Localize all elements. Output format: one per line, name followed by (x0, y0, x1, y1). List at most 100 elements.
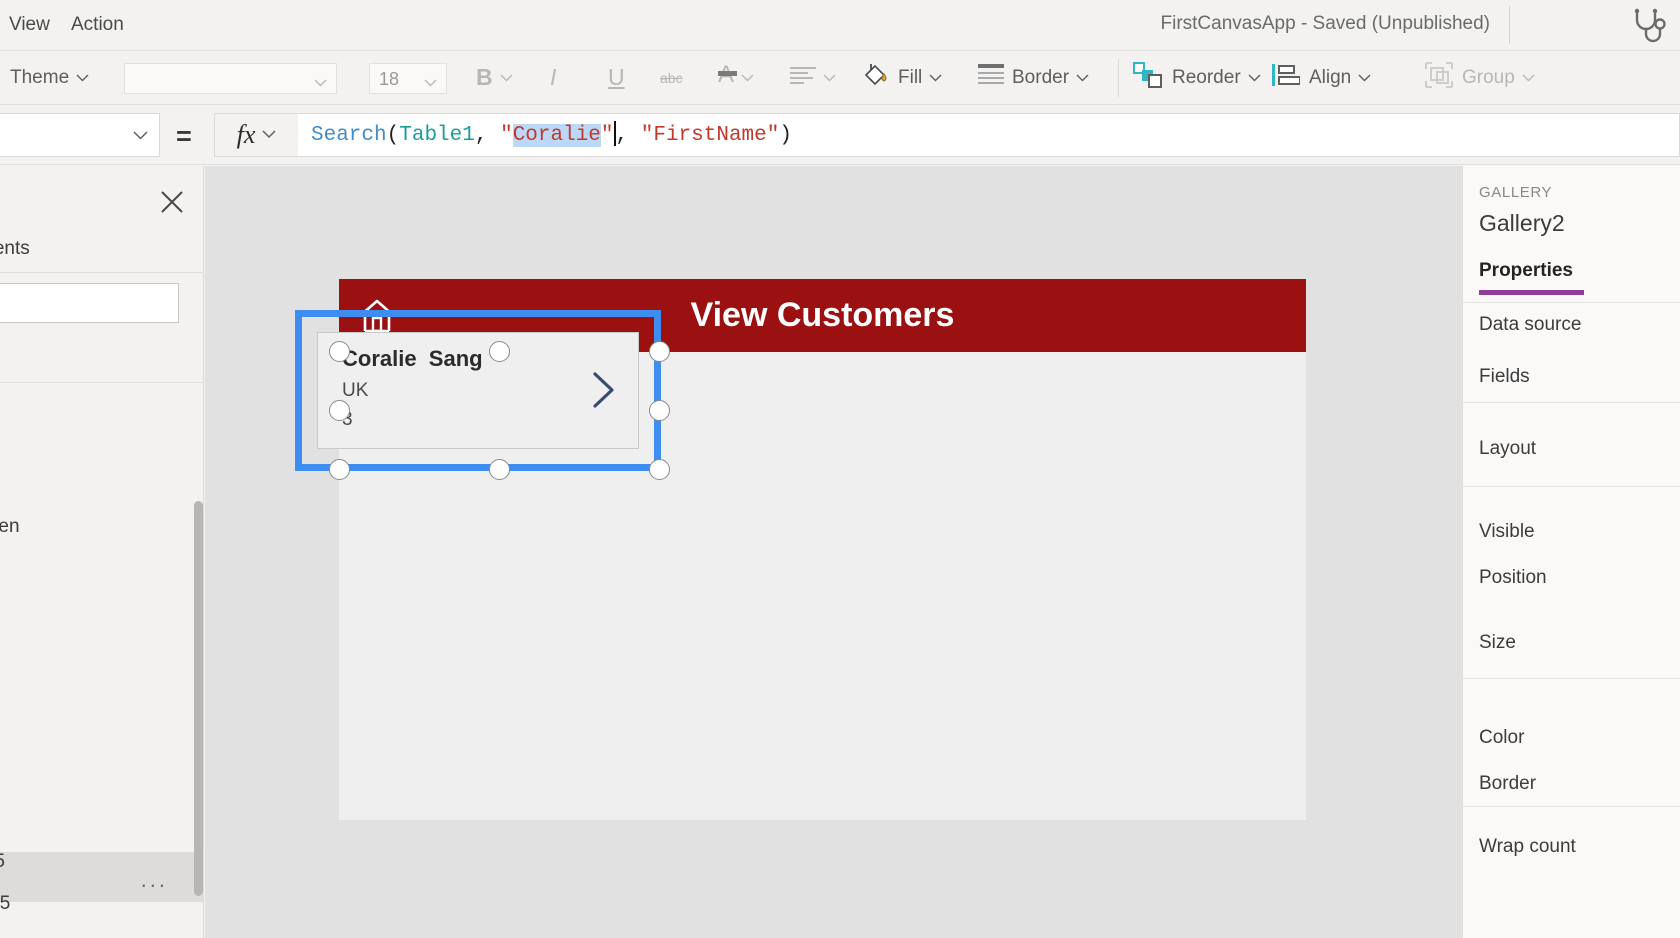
property-position[interactable]: Position (1479, 567, 1547, 589)
menu-bar: View Action FirstCanvasApp - Saved (Unpu… (0, 0, 1680, 51)
formula-input[interactable]: Search(Table1, " Coralie ", "FirstName") (298, 113, 1680, 157)
tree-item-row5[interactable]: w5 (0, 893, 10, 915)
group-button[interactable]: Group (1425, 51, 1535, 104)
chevron-down-icon (1248, 74, 1261, 82)
property-visible[interactable]: Visible (1479, 521, 1535, 543)
chevron-right-icon[interactable] (591, 371, 617, 409)
chevron-down-icon (424, 74, 437, 92)
formula-separator-2: , (615, 123, 641, 147)
tab-active-indicator (1479, 290, 1584, 295)
property-wrap-count[interactable]: Wrap count (1479, 836, 1576, 858)
formula-selected-text: Coralie (512, 123, 601, 147)
resize-handle-middle-left[interactable] (329, 400, 350, 421)
chevron-down-icon (262, 126, 276, 144)
reorder-label: Reorder (1172, 66, 1241, 88)
group-icon (1425, 61, 1453, 94)
formula-separator-1: , (474, 123, 501, 147)
right-panel-divider (1463, 678, 1680, 679)
font-color-button[interactable]: A (718, 51, 754, 104)
left-panel-title: ments (0, 238, 30, 259)
format-toolbar: Theme 18 B I U abc Fill Border Reorder A… (0, 51, 1680, 105)
chevron-down-icon (1076, 74, 1089, 82)
underline-label: U (608, 64, 625, 90)
property-data-source[interactable]: Data source (1479, 314, 1581, 336)
fill-label: Fill (898, 66, 923, 88)
overflow-menu-icon[interactable]: ... (141, 867, 168, 893)
right-panel-divider (1463, 302, 1680, 303)
paint-bucket-icon (862, 61, 890, 95)
control-name: Gallery2 (1479, 210, 1565, 236)
tree-item-partial[interactable]: e (0, 661, 1, 683)
border-icon (978, 63, 1004, 92)
right-panel-divider (1463, 402, 1680, 403)
align-left-icon (790, 66, 816, 90)
resize-handle-bottom-center[interactable] (489, 459, 510, 480)
italic-label: I (550, 64, 557, 90)
reorder-button[interactable]: Reorder (1133, 51, 1261, 104)
property-select[interactable] (0, 113, 160, 157)
left-panel: ments creen e ... -5 w5 (0, 166, 204, 938)
gallery-item-country: UK (342, 380, 369, 401)
resize-handle-bottom-left[interactable] (329, 459, 350, 480)
left-panel-scrollbar[interactable] (194, 501, 203, 896)
resize-handle-top-right[interactable] (649, 341, 670, 362)
font-size-select[interactable]: 18 (369, 63, 447, 94)
property-size[interactable]: Size (1479, 632, 1516, 654)
font-color-icon: A (718, 62, 737, 87)
resize-handle-middle-right[interactable] (649, 400, 670, 421)
border-button[interactable]: Border (978, 51, 1089, 104)
property-layout[interactable]: Layout (1479, 438, 1536, 460)
app-screen: View Customers Coralie Sang UK 3 (295, 279, 1306, 820)
tree-item-five[interactable]: -5 (0, 851, 5, 873)
fill-button[interactable]: Fill (862, 51, 942, 104)
formula-field-arg: "FirstName" (640, 123, 780, 147)
app-title: FirstCanvasApp - Saved (Unpublished) (1160, 13, 1491, 34)
theme-dropdown[interactable]: Theme (10, 51, 89, 104)
chevron-down-icon (76, 74, 89, 82)
property-fields[interactable]: Fields (1479, 366, 1530, 388)
property-color[interactable]: Color (1479, 727, 1524, 749)
align-objects-icon (1272, 63, 1301, 93)
text-align-button[interactable] (790, 51, 836, 104)
toolbar-divider (1118, 59, 1119, 97)
formula-quote-open: " (500, 123, 513, 147)
stethoscope-icon[interactable] (1630, 8, 1670, 44)
menu-item-view[interactable]: View (9, 14, 50, 36)
formula-table-arg: Table1 (399, 123, 475, 147)
align-button[interactable]: Align (1272, 51, 1371, 104)
title-divider (1509, 6, 1510, 44)
font-size-value: 18 (379, 69, 400, 89)
group-label: Group (1462, 66, 1515, 88)
menu-item-action[interactable]: Action (71, 14, 124, 36)
reorder-icon (1133, 61, 1163, 95)
chevron-down-icon (741, 74, 754, 82)
fx-button[interactable]: fx (214, 113, 298, 157)
chevron-down-icon (133, 127, 148, 145)
formula-close-paren: ) (779, 123, 792, 147)
formula-function: Search (311, 123, 387, 147)
strikethrough-button[interactable]: abc (660, 51, 683, 104)
chevron-down-icon (823, 74, 836, 82)
underline-button[interactable]: U (608, 51, 625, 104)
fx-label: fx (236, 120, 256, 149)
tab-properties[interactable]: Properties (1479, 260, 1573, 282)
property-border[interactable]: Border (1479, 773, 1536, 795)
resize-handle-bottom-right[interactable] (649, 459, 670, 480)
close-icon[interactable] (158, 188, 186, 216)
italic-button[interactable]: I (550, 51, 556, 104)
right-panel: GALLERY Gallery2 Properties Data source … (1462, 166, 1680, 938)
tree-item-selected[interactable]: ... (0, 852, 204, 902)
strikethrough-label: abc (660, 69, 683, 86)
chevron-down-icon (1522, 74, 1535, 82)
bold-button[interactable]: B (476, 51, 513, 104)
text-caret (613, 120, 616, 146)
gallery-item[interactable]: Coralie Sang UK 3 (317, 332, 639, 449)
left-panel-divider (0, 272, 204, 273)
font-family-select[interactable] (124, 63, 337, 94)
resize-handle-top-left[interactable] (329, 341, 350, 362)
control-type-label: GALLERY (1479, 184, 1553, 201)
equals-sign: = (176, 121, 192, 151)
resize-handle-top-center[interactable] (489, 341, 510, 362)
tree-item-screen[interactable]: creen (0, 516, 20, 538)
search-input[interactable] (0, 283, 179, 323)
